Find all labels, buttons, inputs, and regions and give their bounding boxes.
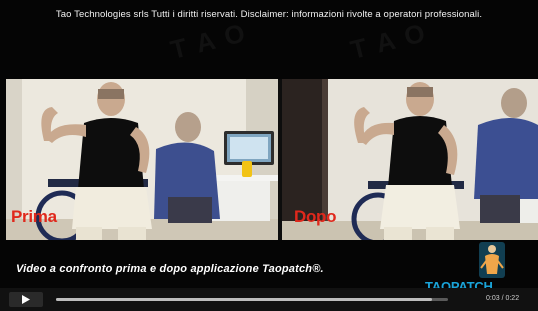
time-display: 0:03 / 0:22: [486, 295, 520, 302]
watermark-right: T A O: [347, 17, 430, 65]
disclaimer-text: Tao Technologies srls Tutti i diritti ri…: [55, 9, 483, 20]
play-button[interactable]: [9, 292, 43, 307]
progress-bar[interactable]: [56, 298, 448, 301]
progress-fill: [56, 298, 433, 301]
label-before: Prima: [11, 207, 57, 226]
video-frame-after: Dopo: [282, 79, 538, 240]
taopatch-logo-icon: [479, 242, 505, 278]
label-after: Dopo: [294, 207, 337, 226]
play-icon: [22, 295, 30, 304]
video-frame-before: Prima: [6, 79, 278, 240]
video-player[interactable]: T A O T A O Tao Technologies srls Tutti …: [0, 0, 538, 311]
control-bar: 0:03 / 0:22: [0, 288, 538, 311]
video-caption: Video a confronto prima e dopo applicazi…: [16, 263, 324, 275]
watermark-top: T A O: [167, 17, 250, 65]
